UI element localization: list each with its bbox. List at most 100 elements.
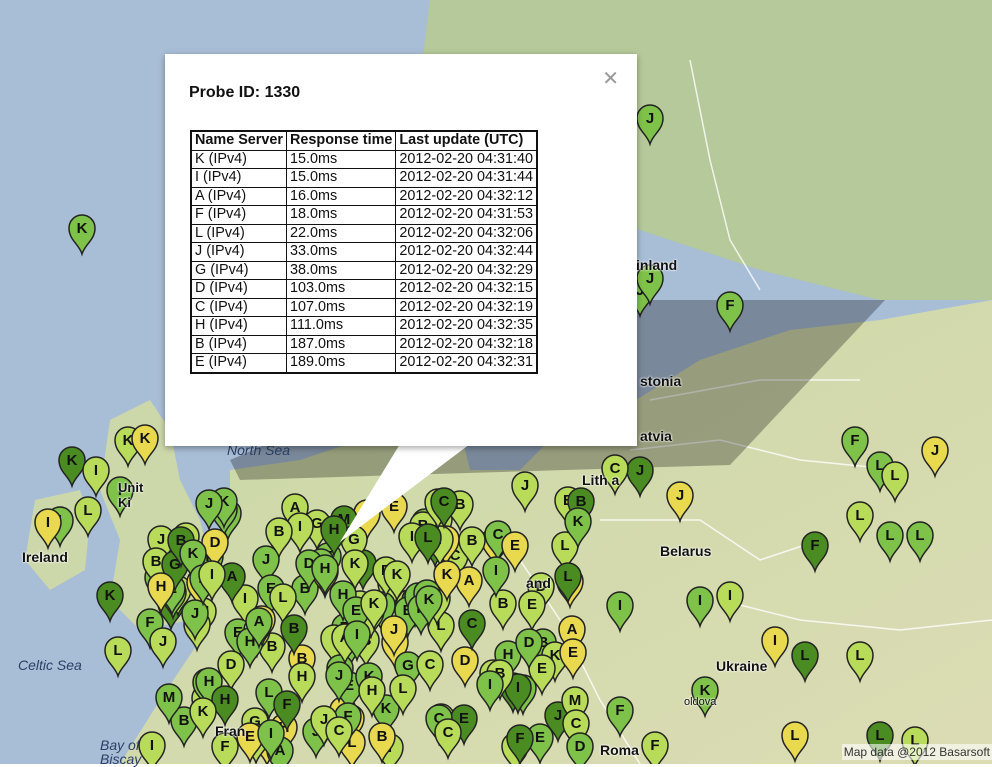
svg-text:H: H — [204, 673, 215, 690]
svg-text:L: L — [264, 684, 273, 701]
svg-text:L: L — [113, 642, 122, 659]
svg-text:D: D — [575, 738, 586, 755]
table-cell: 22.0ms — [286, 223, 397, 243]
svg-text:C: C — [493, 526, 504, 543]
table-row: B (IPv4) 187.0ms 2012-02-20 04:32:18 — [190, 334, 538, 354]
table-cell: 16.0ms — [286, 186, 397, 206]
place-france: Fran — [215, 723, 246, 739]
sea-bay-of-biscay: Bay of Biscay — [100, 737, 142, 767]
table-cell: I (IPv4) — [190, 168, 288, 188]
svg-text:B: B — [267, 638, 278, 655]
svg-text:F: F — [725, 297, 734, 314]
table-cell: 103.0ms — [286, 279, 397, 299]
svg-text:H: H — [329, 521, 340, 538]
svg-text:B: B — [179, 712, 190, 729]
svg-text:F: F — [220, 738, 229, 755]
svg-text:I: I — [488, 676, 492, 693]
table-cell: 2012-02-20 04:32:19 — [395, 297, 538, 317]
svg-text:K: K — [381, 700, 392, 717]
svg-text:E: E — [351, 602, 361, 619]
svg-text:J: J — [554, 707, 562, 724]
svg-text:I: I — [210, 566, 214, 583]
table-row: C (IPv4) 107.0ms 2012-02-20 04:32:19 — [190, 297, 538, 317]
table-cell: 38.0ms — [286, 260, 397, 280]
place-ukraine: Ukraine — [716, 658, 768, 674]
svg-text:D: D — [460, 652, 471, 669]
table-cell: 2012-02-20 04:32:18 — [395, 334, 538, 354]
svg-text:L: L — [875, 727, 884, 744]
table-cell: 15.0ms — [286, 149, 397, 169]
table-row: H (IPv4) 111.0ms 2012-02-20 04:32:35 — [190, 316, 538, 336]
table-cell: 111.0ms — [286, 316, 397, 336]
svg-text:C: C — [425, 656, 436, 673]
svg-text:I: I — [773, 632, 777, 649]
svg-text:F: F — [145, 614, 154, 631]
svg-text:B: B — [274, 523, 285, 540]
svg-text:D: D — [524, 634, 535, 651]
svg-text:B: B — [498, 595, 509, 612]
svg-text:I: I — [46, 514, 50, 531]
table-cell: 107.0ms — [286, 297, 397, 317]
table-cell: 189.0ms — [286, 353, 397, 373]
table-row: I (IPv4) 15.0ms 2012-02-20 04:31:44 — [190, 168, 538, 188]
svg-text:H: H — [156, 578, 167, 595]
svg-text:C: C — [443, 724, 454, 741]
svg-text:J: J — [205, 495, 213, 512]
svg-text:H: H — [367, 682, 378, 699]
svg-text:I: I — [698, 592, 702, 609]
svg-text:K: K — [442, 566, 453, 583]
table-cell: 2012-02-20 04:32:06 — [395, 223, 538, 243]
table-cell: 2012-02-20 04:32:15 — [395, 279, 538, 299]
svg-text:E: E — [459, 710, 469, 727]
svg-text:K: K — [77, 220, 88, 237]
svg-text:E: E — [510, 537, 520, 554]
table-cell: 2012-02-20 04:31:53 — [395, 205, 538, 225]
svg-text:H: H — [297, 668, 308, 685]
svg-text:I: I — [728, 587, 732, 604]
table-cell: J (IPv4) — [190, 242, 288, 262]
table-cell: D (IPv4) — [190, 279, 288, 299]
table-cell: 2012-02-20 04:32:44 — [395, 242, 538, 262]
close-icon[interactable]: ✕ — [602, 66, 619, 91]
table-cell: G (IPv4) — [190, 260, 288, 280]
svg-text:J: J — [646, 110, 654, 127]
table-row: K (IPv4) 15.0ms 2012-02-20 04:31:40 — [190, 149, 538, 169]
table-cell: 33.0ms — [286, 242, 397, 262]
svg-text:C: C — [571, 715, 582, 732]
svg-text:L: L — [855, 507, 864, 524]
svg-text:J: J — [521, 477, 529, 494]
place-latvia: atvia — [640, 428, 672, 444]
svg-text:J: J — [157, 531, 165, 548]
column-header: Last update (UTC) — [395, 130, 538, 151]
table-cell: 2012-02-20 04:31:44 — [395, 168, 538, 188]
svg-text:M: M — [163, 689, 176, 706]
svg-text:B: B — [377, 728, 388, 745]
table-cell: C (IPv4) — [190, 297, 288, 317]
svg-text:E: E — [535, 729, 545, 746]
svg-text:I: I — [298, 518, 302, 535]
svg-text:J: J — [191, 605, 199, 622]
svg-text:J: J — [676, 487, 684, 504]
svg-text:L: L — [83, 502, 92, 519]
place-belarus: Belarus — [660, 543, 712, 559]
svg-text:D: D — [210, 534, 221, 551]
place-estonia: stonia — [640, 373, 682, 389]
table-cell: E (IPv4) — [190, 353, 288, 373]
place-romania: Roma — [600, 742, 639, 758]
svg-text:K: K — [350, 555, 361, 572]
svg-text:I: I — [243, 590, 247, 607]
svg-text:H: H — [320, 560, 331, 577]
svg-text:J: J — [335, 667, 343, 684]
svg-text:D: D — [226, 656, 237, 673]
column-header: Name Server — [190, 130, 288, 151]
svg-text:K: K — [140, 430, 151, 447]
table-row: J (IPv4) 33.0ms 2012-02-20 04:32:44 — [190, 242, 538, 262]
popup-title: Probe ID: 1330 — [189, 84, 301, 101]
svg-text:L: L — [855, 647, 864, 664]
svg-text:F: F — [850, 432, 859, 449]
svg-text:F: F — [282, 696, 291, 713]
probe-popup: Probe ID: 1330 ✕ Name Server Response ti… — [165, 54, 637, 446]
map-copyright: Map data @2012 Basarsoft — [841, 744, 992, 760]
place-finland: inland — [636, 257, 678, 273]
svg-text:F: F — [615, 702, 624, 719]
